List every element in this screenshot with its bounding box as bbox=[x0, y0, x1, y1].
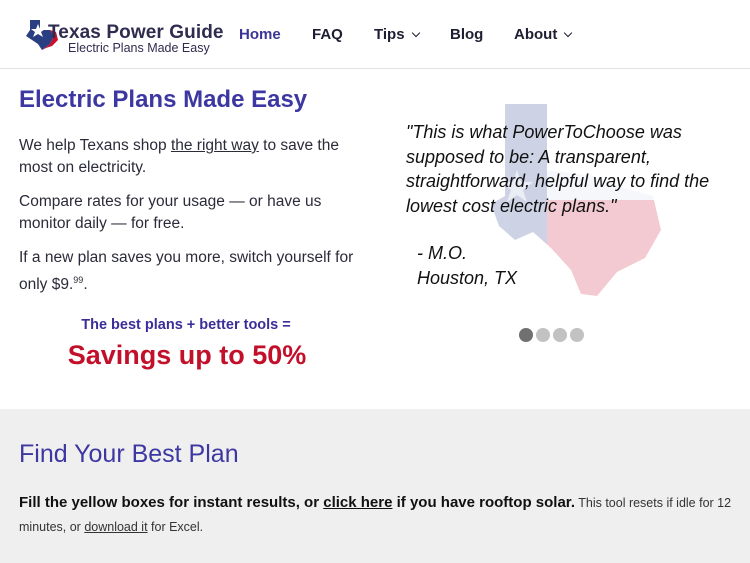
chevron-down-icon bbox=[564, 28, 573, 38]
slider-dots bbox=[519, 328, 584, 342]
instructions-bold-1: Fill the yellow boxes for instant result… bbox=[19, 494, 324, 511]
download-it-link[interactable]: download it bbox=[84, 520, 147, 534]
nav-tips-label: Tips bbox=[374, 26, 405, 43]
testimonial-author: - M.O. Houston, TX bbox=[417, 241, 517, 290]
best-plans-line: The best plans + better tools = bbox=[81, 317, 291, 333]
hero-paragraph-2: Compare rates for your usage — or have u… bbox=[19, 193, 322, 232]
find-plan-section: Find Your Best Plan Fill the yellow boxe… bbox=[0, 409, 750, 563]
nav-home[interactable]: Home bbox=[239, 26, 281, 43]
p3-text-after: . bbox=[83, 276, 88, 294]
find-plan-title: Find Your Best Plan bbox=[19, 440, 239, 468]
nav-about[interactable]: About bbox=[514, 26, 573, 43]
price-cents: 99 bbox=[73, 275, 84, 285]
site-header: Texas Power Guide Electric Plans Made Ea… bbox=[0, 0, 750, 69]
slider-dot-2[interactable] bbox=[536, 328, 550, 342]
logo-tagline: Electric Plans Made Easy bbox=[68, 41, 210, 55]
nav-about-label: About bbox=[514, 26, 558, 43]
right-way-link[interactable]: the right way bbox=[171, 137, 259, 154]
find-plan-instructions: Fill the yellow boxes for instant result… bbox=[19, 491, 739, 539]
testimonial-quote: "This is what PowerToChoose was supposed… bbox=[406, 122, 710, 216]
p3-text-before: If a new plan saves you more, switch you… bbox=[19, 249, 354, 294]
slider-dot-4[interactable] bbox=[570, 328, 584, 342]
nav-faq[interactable]: FAQ bbox=[312, 26, 343, 43]
nav-blog[interactable]: Blog bbox=[450, 26, 483, 43]
click-here-link[interactable]: click here bbox=[323, 494, 392, 511]
chevron-down-icon bbox=[411, 28, 420, 38]
slider-dot-1[interactable] bbox=[519, 328, 533, 342]
slider-dot-3[interactable] bbox=[553, 328, 567, 342]
p1-text-before: We help Texans shop bbox=[19, 137, 171, 154]
site-logo[interactable]: Texas Power Guide Electric Plans Made Ea… bbox=[24, 18, 224, 58]
hero-title: Electric Plans Made Easy bbox=[19, 86, 308, 113]
instructions-bold-2: if you have rooftop solar. bbox=[392, 494, 575, 511]
savings-headline: Savings up to 50% bbox=[67, 340, 307, 370]
hero-paragraph-1: We help Texans shop the right way to sav… bbox=[19, 135, 364, 179]
author-name: - M.O. bbox=[417, 243, 467, 263]
author-location: Houston, TX bbox=[417, 267, 518, 288]
hero-paragraph-3: If a new plan saves you more, switch you… bbox=[19, 247, 364, 296]
nav-tips[interactable]: Tips bbox=[374, 26, 420, 43]
instructions-small-2: for Excel. bbox=[147, 520, 204, 534]
